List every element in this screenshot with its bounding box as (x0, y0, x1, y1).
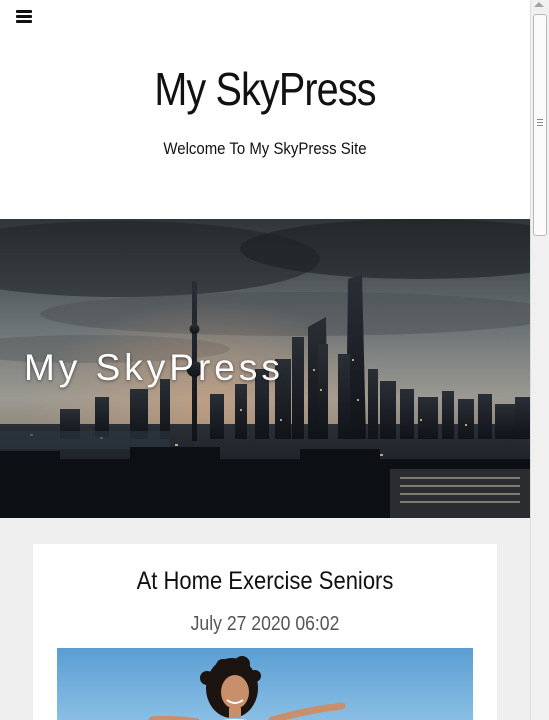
scroll-up-arrow-icon[interactable] (534, 2, 544, 7)
hero-banner: My SkyPress (0, 219, 530, 518)
vertical-scrollbar[interactable] (530, 0, 549, 720)
post-featured-image[interactable] (57, 648, 473, 720)
post-date: July 27 2020 06:02 (190, 613, 340, 635)
scrollbar-thumb[interactable] (533, 14, 547, 236)
post-card: At Home Exercise Seniors July 27 2020 06… (33, 544, 497, 720)
post-title[interactable]: At Home Exercise Seniors (61, 567, 469, 596)
site-description: Welcome To My SkyPress Site (163, 139, 367, 158)
hamburger-menu-icon[interactable] (16, 10, 32, 24)
grip-icon (537, 119, 543, 128)
page: My SkyPress Welcome To My SkyPress Site (0, 0, 530, 720)
content-area: At Home Exercise Seniors July 27 2020 06… (0, 518, 530, 720)
hero-title: My SkyPress (24, 347, 284, 388)
site-title[interactable]: My SkyPress (37, 62, 493, 116)
